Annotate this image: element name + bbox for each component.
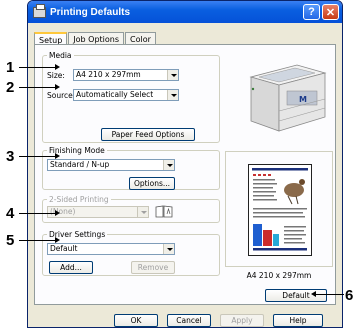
chevron-down-icon	[163, 160, 174, 170]
driver-settings-value: Default	[50, 244, 78, 253]
media-group: Media Size: A4 210 x 297mm Source: Autom…	[42, 51, 220, 143]
printer-icon	[33, 3, 46, 18]
leader-line-2	[19, 87, 56, 88]
finishing-options-button[interactable]: Options...	[129, 177, 175, 190]
size-value: A4 210 x 297mm	[76, 70, 141, 79]
chevron-down-icon	[163, 244, 174, 254]
size-label: Size:	[47, 71, 65, 80]
driver-settings-select[interactable]: Default	[47, 243, 175, 255]
printing-defaults-dialog: Printing Defaults ? ✕ Setup Job Options …	[27, 0, 343, 328]
preview-page-illustration	[248, 164, 312, 256]
two-sided-group: 2-Sided Printing (None)	[42, 195, 220, 223]
paper-feed-options-button[interactable]: Paper Feed Options	[101, 128, 195, 141]
callout-3: 3	[6, 148, 15, 165]
leader-arrow-6	[311, 291, 316, 297]
two-sided-select[interactable]: (None)	[47, 206, 149, 218]
default-button[interactable]: Default	[265, 289, 327, 302]
chevron-down-icon	[167, 70, 178, 80]
cancel-button[interactable]: Cancel	[167, 314, 211, 327]
source-select[interactable]: Automatically Select	[73, 89, 179, 101]
help-button[interactable]: Help	[273, 314, 323, 327]
remove-button[interactable]: Remove	[131, 261, 175, 274]
leader-line-5	[19, 240, 56, 241]
leader-arrow-4	[55, 210, 60, 216]
callout-2: 2	[6, 79, 15, 96]
two-sided-value: (None)	[50, 207, 76, 216]
leader-line-4	[19, 213, 56, 214]
finishing-mode-select[interactable]: Standard / N-up	[47, 159, 175, 171]
leader-line-1	[19, 67, 56, 68]
printer-illustration: M	[249, 64, 327, 132]
driver-settings-group: Driver Settings Default Add... Remove	[42, 230, 220, 276]
duplex-book-icon	[155, 205, 173, 218]
leader-arrow-2	[55, 84, 60, 90]
title-bar: Printing Defaults ? ✕	[28, 1, 342, 23]
leader-line-3	[19, 156, 56, 157]
preview-caption: A4 210 x 297mm	[246, 271, 312, 280]
source-label: Source:	[47, 91, 76, 100]
help-title-button[interactable]: ?	[303, 4, 320, 20]
two-sided-label: 2-Sided Printing	[49, 195, 109, 204]
svg-text:M: M	[299, 95, 307, 104]
add-button[interactable]: Add...	[49, 261, 93, 274]
page-preview	[225, 151, 333, 267]
leader-arrow-1	[55, 64, 60, 70]
source-value: Automatically Select	[76, 90, 154, 99]
leader-arrow-5	[55, 237, 60, 243]
size-select[interactable]: A4 210 x 297mm	[73, 69, 179, 81]
apply-button[interactable]: Apply	[220, 314, 264, 327]
chevron-down-icon	[137, 207, 148, 217]
ok-button[interactable]: OK	[114, 314, 158, 327]
window-title: Printing Defaults	[50, 6, 131, 18]
close-button[interactable]: ✕	[322, 4, 339, 20]
callout-6: 6	[345, 287, 354, 304]
finishing-mode-group: Finishing Mode Standard / N-up Options..…	[42, 146, 220, 190]
callout-5: 5	[6, 232, 15, 249]
chevron-down-icon	[167, 90, 178, 100]
finishing-mode-value: Standard / N-up	[50, 160, 110, 169]
media-group-label: Media	[49, 51, 72, 60]
callout-4: 4	[6, 205, 15, 222]
leader-line-6	[316, 294, 344, 295]
setup-panel: Media Size: A4 210 x 297mm Source: Autom…	[34, 44, 336, 305]
page: 1 2 3 4 5 6 Printing Defaults ? ✕ Setup …	[0, 0, 356, 329]
leader-arrow-3	[55, 153, 60, 159]
callout-1: 1	[6, 59, 15, 76]
